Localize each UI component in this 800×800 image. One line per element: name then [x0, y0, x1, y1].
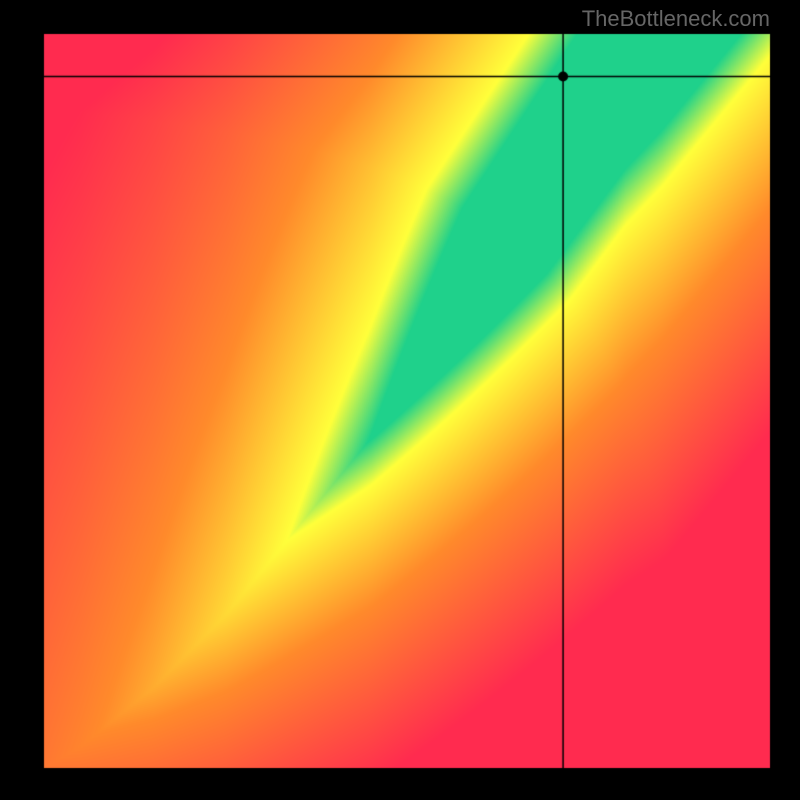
- chart-container: TheBottleneck.com: [0, 0, 800, 800]
- watermark-text: TheBottleneck.com: [582, 6, 770, 32]
- bottleneck-heatmap: [0, 0, 800, 800]
